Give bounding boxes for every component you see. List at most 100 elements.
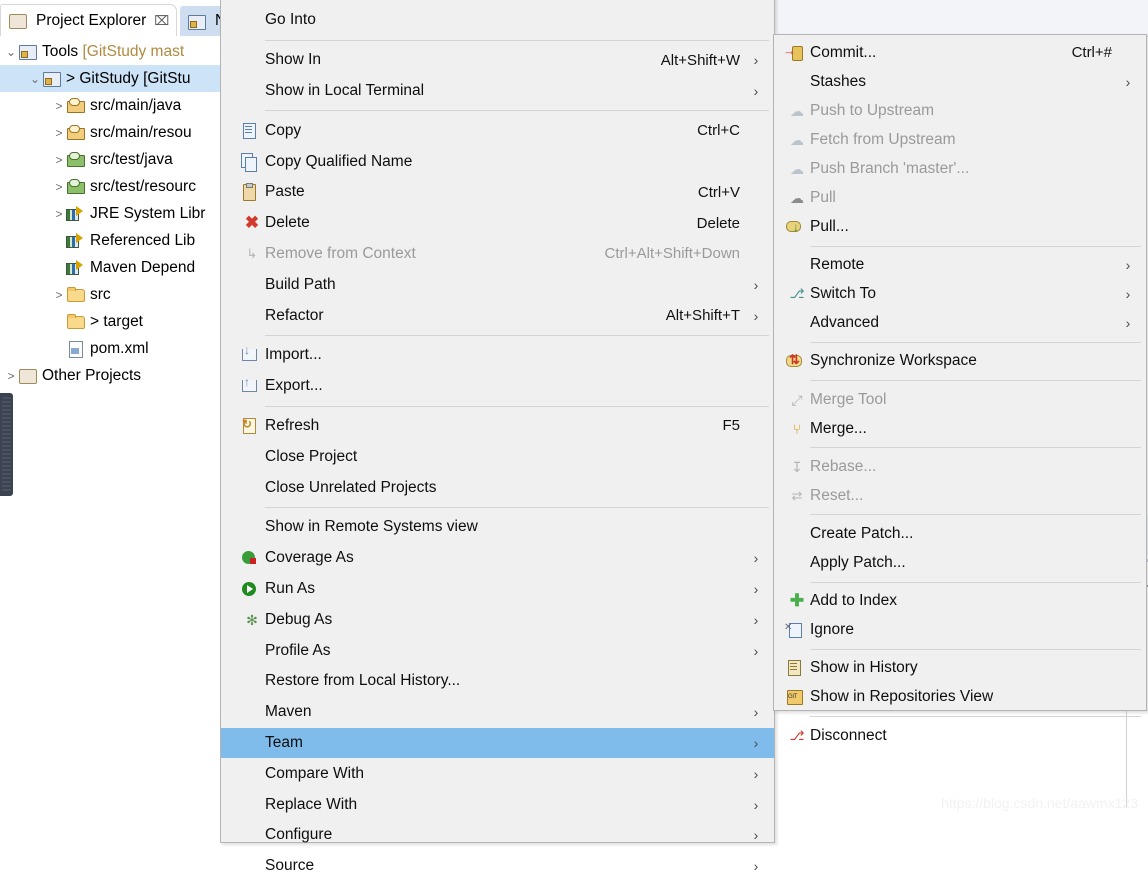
menu-item-copy[interactable]: Copy Ctrl+C — [221, 115, 774, 146]
reset-icon: ⇄ — [784, 487, 810, 505]
chevron-right-icon[interactable]: > — [52, 207, 66, 221]
tree-item-src-main-java[interactable]: > src/main/java — [0, 92, 229, 119]
menu-item-switch-to[interactable]: ⎇ Switch To › — [774, 280, 1146, 309]
menu-item-go-into[interactable]: Go Into — [221, 5, 774, 36]
menu-item-maven[interactable]: Maven › — [221, 697, 774, 728]
menu-item-label: Coverage As — [265, 549, 354, 567]
menu-item-delete[interactable]: ✖ Delete Delete — [221, 208, 774, 239]
chevron-right-icon[interactable]: > — [52, 153, 66, 167]
chevron-down-icon[interactable]: ⌄ — [4, 45, 18, 59]
menu-item-icon-slot — [239, 672, 265, 690]
chevron-right-icon[interactable]: > — [52, 99, 66, 113]
fast-view-handle[interactable] — [0, 393, 13, 496]
menu-item-show-in-repositories-view[interactable]: Show in Repositories View — [774, 683, 1146, 712]
menu-item-label: Source — [265, 857, 315, 875]
tree-item-src-main-resou[interactable]: > src/main/resou — [0, 119, 229, 146]
menu-item-accelerator: Ctrl+Alt+Shift+Down — [604, 245, 740, 263]
menu-item-refresh[interactable]: Refresh F5 — [221, 411, 774, 442]
menu-item-show-in[interactable]: Show In Alt+Shift+W › — [221, 45, 774, 76]
menu-item-copy-qualified-name[interactable]: Copy Qualified Name — [221, 146, 774, 177]
menu-item-accelerator: Ctrl+C — [697, 122, 740, 140]
menu-item-advanced[interactable]: Advanced › — [774, 309, 1146, 338]
tree-item-gitstudy-gitstu[interactable]: ⌄ > GitStudy [GitStu — [0, 65, 229, 92]
show-in-repositories-icon — [784, 688, 810, 706]
chevron-down-icon[interactable]: ⌄ — [28, 72, 42, 86]
menu-item-ignore[interactable]: Ignore — [774, 616, 1146, 645]
menu-item-merge[interactable]: ⑂ Merge... — [774, 414, 1146, 443]
menu-item-run-as[interactable]: Run As › — [221, 574, 774, 605]
menu-item-close-unrelated-projects[interactable]: Close Unrelated Projects — [221, 472, 774, 503]
chevron-right-icon[interactable]: > — [4, 369, 18, 383]
menu-item-label: Replace With — [265, 795, 358, 813]
menu-item-label: Push Branch 'master'... — [810, 159, 970, 177]
disconnect-icon: ⎇ — [784, 727, 810, 745]
menu-item-remote[interactable]: Remote › — [774, 251, 1146, 280]
menu-item-build-path[interactable]: Build Path › — [221, 269, 774, 300]
menu-item-profile-as[interactable]: Profile As › — [221, 635, 774, 666]
tab-project-explorer[interactable]: Project Explorer ⌧ — [0, 4, 178, 36]
menu-item-compare-with[interactable]: Compare With › — [221, 758, 774, 789]
project-context-menu[interactable]: Go Into Show In Alt+Shift+W › Show in Local … — [220, 0, 775, 874]
export-icon-glyph — [239, 375, 265, 395]
chevron-right-icon[interactable]: > — [52, 180, 66, 194]
menu-item-commit[interactable]: Commit... Ctrl+# — [774, 38, 1146, 67]
menu-item-create-patch[interactable]: Create Patch... — [774, 519, 1146, 548]
menu-item-label: Ignore — [810, 621, 854, 639]
debug-icon-glyph: ✻ — [246, 611, 258, 628]
menu-item-show-in-local-terminal[interactable]: Show in Local Terminal › — [221, 76, 774, 107]
menu-item-refactor[interactable]: Refactor Alt+Shift+T › — [221, 300, 774, 331]
menu-item-icon-slot — [239, 276, 265, 294]
tree-item-jre-system-libr[interactable]: > JRE System Libr — [0, 200, 229, 227]
tree-item-src[interactable]: > src — [0, 281, 229, 308]
menu-item-show-in-history[interactable]: Show in History — [774, 654, 1146, 683]
menu-item-source[interactable]: Source › — [221, 851, 774, 882]
merge-icon-glyph: ⑂ — [792, 420, 802, 437]
tree-item-tools[interactable]: ⌄ Tools [GitStudy mast — [0, 38, 229, 65]
project-tree[interactable]: ⌄ Tools [GitStudy mast ⌄ > GitStudy [GitStu… — [0, 36, 229, 389]
menu-item-replace-with[interactable]: Replace With › — [221, 789, 774, 820]
menu-item-debug-as[interactable]: ✻ Debug As › — [221, 604, 774, 635]
menu-item-configure[interactable]: Configure › — [221, 820, 774, 851]
switch-to-icon: ⎇ — [784, 285, 810, 303]
menu-item-team[interactable]: Team › — [221, 727, 774, 759]
menu-item-label: Export... — [265, 377, 323, 395]
menu-item-stashes[interactable]: Stashes › — [774, 67, 1146, 96]
menu-item-apply-patch[interactable]: Apply Patch... — [774, 549, 1146, 578]
menu-item-disconnect[interactable]: ⎇ Disconnect — [774, 721, 1146, 750]
menu-item-import[interactable]: Import... — [221, 340, 774, 371]
menu-item-paste[interactable]: Paste Ctrl+V — [221, 177, 774, 208]
tree-item-src-test-java[interactable]: > src/test/java — [0, 146, 229, 173]
test-package-icon — [66, 151, 85, 168]
menu-item-add-to-index[interactable]: ✚ Add to Index — [774, 587, 1146, 616]
team-submenu[interactable]: Commit... Ctrl+# Stashes › ☁ Push to Upstream… — [773, 34, 1147, 744]
menu-item-pull: ☁ Pull — [774, 183, 1146, 212]
delete-icon-glyph: ✖ — [244, 213, 260, 233]
show-in-repositories-icon-glyph — [784, 688, 810, 706]
tree-item-maven-depend[interactable]: Maven Depend — [0, 254, 229, 281]
menu-item-close-project[interactable]: Close Project — [221, 441, 774, 472]
menu-item-export[interactable]: Export... — [221, 371, 774, 402]
maven-project-icon — [42, 70, 61, 87]
menu-item-pull[interactable]: Pull... — [774, 213, 1146, 242]
menu-separator — [810, 715, 1141, 717]
merge-tool-icon: ⤢ — [784, 391, 810, 409]
menu-item-show-in-remote-systems-view[interactable]: Show in Remote Systems view — [221, 512, 774, 543]
menu-item-coverage-as[interactable]: Coverage As › — [221, 543, 774, 574]
chevron-right-icon[interactable]: > — [52, 126, 66, 140]
submenu-chevron-icon: › — [753, 765, 759, 782]
tree-item-pom-xml[interactable]: pom.xml — [0, 335, 229, 362]
pull-icon: ☁ — [784, 189, 810, 207]
tree-item-target[interactable]: > target — [0, 308, 229, 335]
tree-item-other-projects[interactable]: > Other Projects — [0, 362, 229, 389]
submenu-chevron-icon: › — [753, 611, 759, 628]
chevron-right-icon[interactable]: > — [52, 288, 66, 302]
menu-item-synchronize-workspace[interactable]: Synchronize Workspace — [774, 347, 1146, 376]
tree-item-referenced-lib[interactable]: Referenced Lib — [0, 227, 229, 254]
menu-item-restore-from-local-history[interactable]: Restore from Local History... — [221, 666, 774, 697]
tree-item-src-test-resourc[interactable]: > src/test/resourc — [0, 173, 229, 200]
import-icon — [239, 343, 265, 364]
close-icon[interactable]: ⌧ — [154, 13, 169, 29]
menu-item-label: Switch To — [810, 285, 877, 303]
xml-file-icon — [66, 340, 85, 358]
menu-item-label: Commit... — [810, 43, 877, 61]
